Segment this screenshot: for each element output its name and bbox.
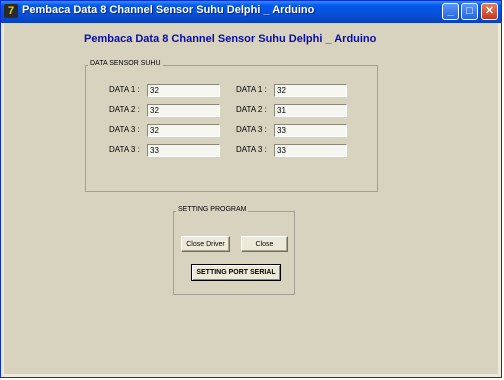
data-label-left-1: DATA 1 : [109,85,140,94]
page-title: Pembaca Data 8 Channel Sensor Suhu Delph… [84,33,377,45]
data-label-right-3: DATA 3 : [236,125,267,134]
sensor-group-label: DATA SENSOR SUHU [88,60,163,67]
setting-port-serial-button[interactable]: SETTING PORT SERIAL [191,264,281,281]
window-title: Pembaca Data 8 Channel Sensor Suhu Delph… [22,4,315,16]
data-label-right-2: DATA 2 : [236,105,267,114]
data-label-left-4: DATA 3 : [109,145,140,154]
title-bar[interactable]: 7 Pembaca Data 8 Channel Sensor Suhu Del… [1,1,501,23]
data-field-right-1[interactable] [274,84,347,97]
data-field-left-3[interactable] [147,124,220,137]
data-field-right-2[interactable] [274,104,347,117]
settings-group-label: SETTING PROGRAM [176,206,249,213]
data-field-left-2[interactable] [147,104,220,117]
data-field-right-3[interactable] [274,124,347,137]
app-icon[interactable]: 7 [4,4,18,18]
close-button[interactable]: Close [241,236,288,252]
close-driver-button[interactable]: Close Driver [181,236,230,252]
data-label-left-3: DATA 3 : [109,125,140,134]
close-window-button[interactable]: ✕ [481,3,498,20]
data-field-right-4[interactable] [274,144,347,157]
settings-group: SETTING PROGRAM [173,206,295,295]
data-field-left-4[interactable] [147,144,220,157]
form-client-area: Pembaca Data 8 Channel Sensor Suhu Delph… [4,23,498,374]
data-label-left-2: DATA 2 : [109,105,140,114]
maximize-button[interactable]: □ [461,3,478,20]
data-label-right-1: DATA 1 : [236,85,267,94]
data-label-right-4: DATA 3 : [236,145,267,154]
minimize-button[interactable]: _ [442,3,459,20]
data-field-left-1[interactable] [147,84,220,97]
app-window: 7 Pembaca Data 8 Channel Sensor Suhu Del… [0,0,502,378]
